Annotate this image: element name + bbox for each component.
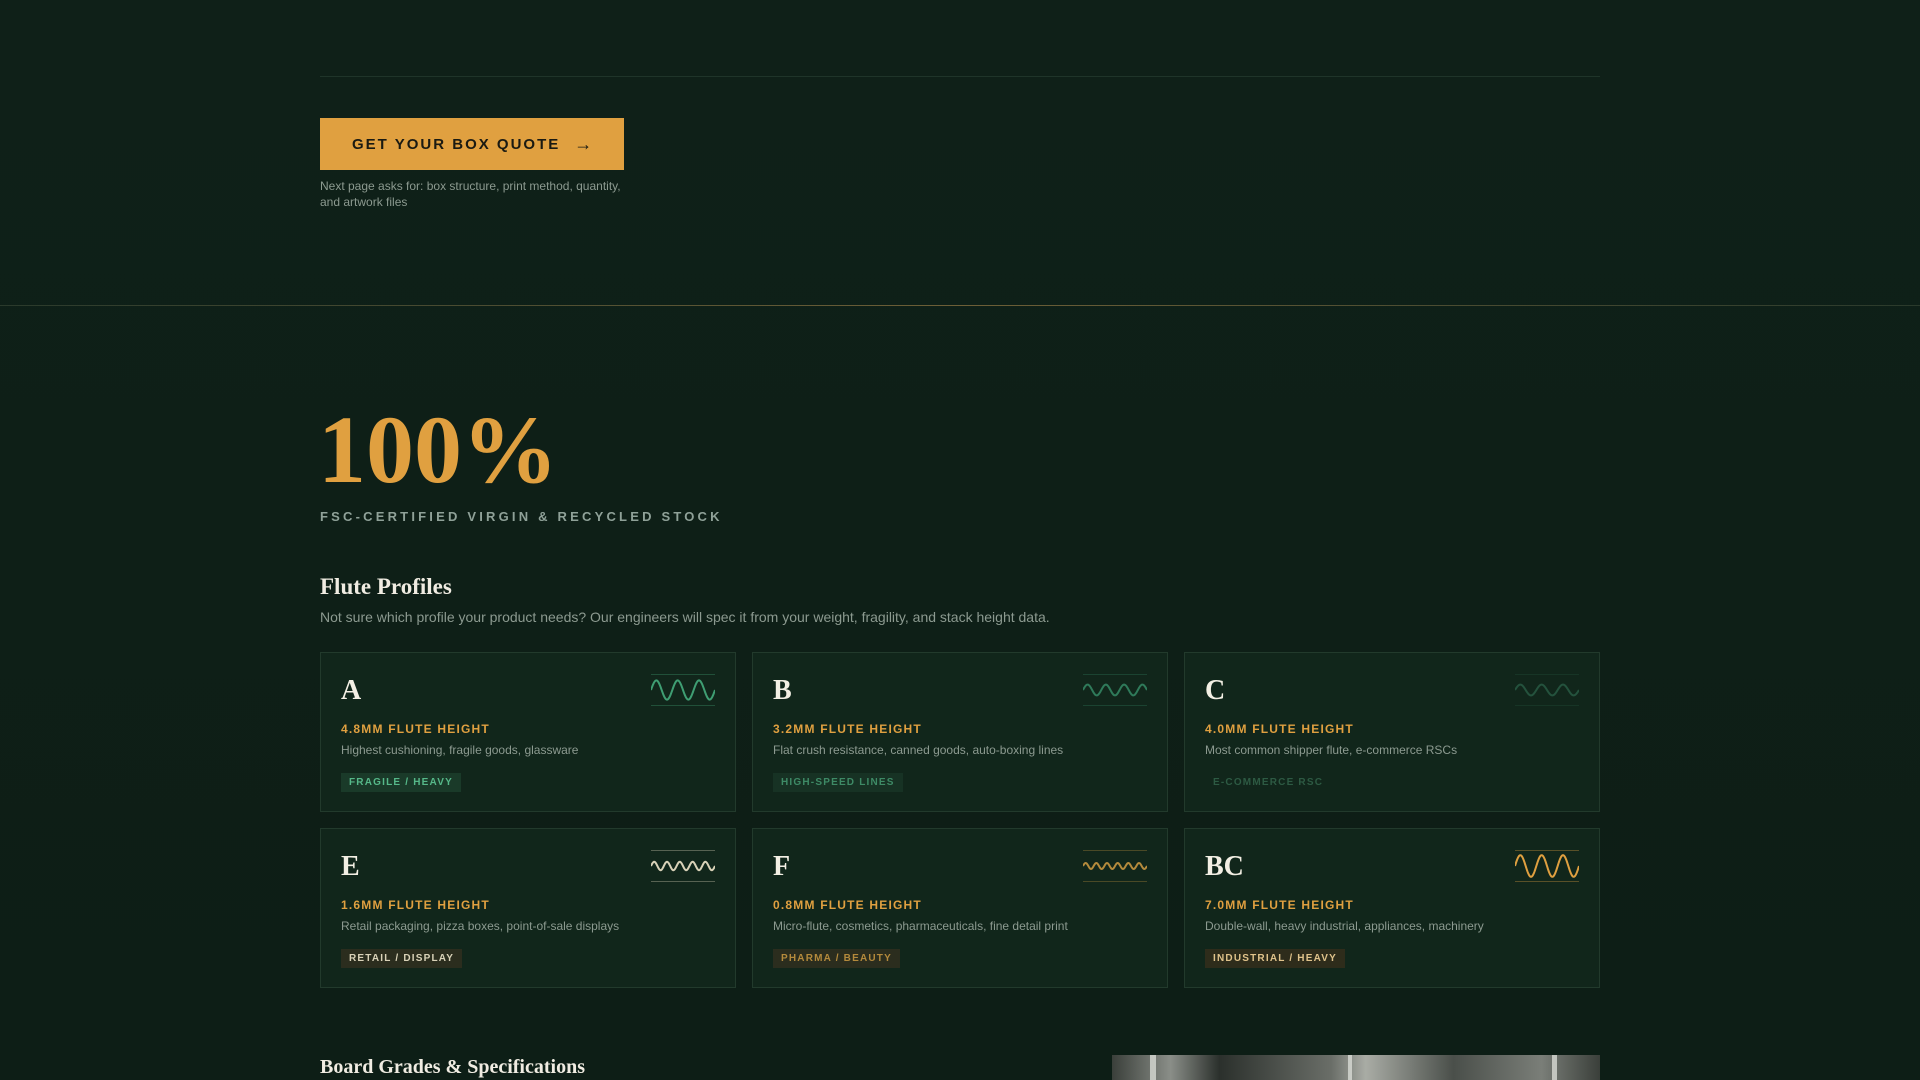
flute-letter: E xyxy=(341,851,360,882)
stat-label: FSC-CERTIFIED VIRGIN & RECYCLED STOCK xyxy=(320,509,723,524)
section-divider xyxy=(0,305,1920,306)
flute-spec: 4.8MM FLUTE HEIGHT xyxy=(341,722,490,736)
flute-card-bc[interactable]: BC 7.0MM FLUTE HEIGHT Double-wall, heavy… xyxy=(1184,828,1600,988)
flute-desc: Highest cushioning, fragile goods, glass… xyxy=(341,743,579,757)
flute-desc: Retail packaging, pizza boxes, point-of-… xyxy=(341,919,620,933)
stat-value: 100% xyxy=(318,396,558,503)
flute-wave-icon xyxy=(651,850,715,882)
flute-card-a[interactable]: A 4.8MM FLUTE HEIGHT Highest cushioning,… xyxy=(320,652,736,812)
flute-tag: HIGH-SPEED LINES xyxy=(773,773,903,792)
board-grades-title: Board Grades & Specifications xyxy=(320,1056,585,1078)
flute-tag: FRAGILE / HEAVY xyxy=(341,773,461,792)
flute-profiles-title: Flute Profiles xyxy=(320,574,452,599)
flute-desc: Flat crush resistance, canned goods, aut… xyxy=(773,743,1064,757)
flute-letter: A xyxy=(341,675,362,706)
flute-wave-icon xyxy=(1083,850,1147,882)
flute-spec: 3.2MM FLUTE HEIGHT xyxy=(773,722,922,736)
flute-letter: C xyxy=(1205,675,1226,706)
flute-letter: F xyxy=(773,851,791,882)
flute-card-e[interactable]: E 1.6MM FLUTE HEIGHT Retail packaging, p… xyxy=(320,828,736,988)
flute-tag: PHARMA / BEAUTY xyxy=(773,949,900,968)
flute-desc: Most common shipper flute, e-commerce RS… xyxy=(1205,743,1458,757)
flute-letter: B xyxy=(773,675,792,706)
get-box-quote-button[interactable]: GET YOUR BOX QUOTE → xyxy=(320,118,625,170)
warehouse-photo xyxy=(1112,1055,1600,1080)
flute-wave-icon xyxy=(651,674,715,706)
page: GET YOUR BOX QUOTE → Next page asks for:… xyxy=(0,0,1920,1080)
flute-grid: A 4.8MM FLUTE HEIGHT Highest cushioning,… xyxy=(320,652,1600,988)
flute-wave-icon xyxy=(1515,674,1579,706)
top-divider xyxy=(320,76,1600,77)
flute-spec: 1.6MM FLUTE HEIGHT xyxy=(341,898,490,912)
photo-detail xyxy=(1552,1055,1557,1080)
photo-detail xyxy=(1348,1055,1352,1080)
flute-spec: 0.8MM FLUTE HEIGHT xyxy=(773,898,922,912)
flute-spec: 7.0MM FLUTE HEIGHT xyxy=(1205,898,1354,912)
flute-letter: BC xyxy=(1205,851,1244,882)
arrow-right-icon: → xyxy=(574,133,593,154)
flute-spec: 4.0MM FLUTE HEIGHT xyxy=(1205,722,1354,736)
cta-note: Next page asks for: box structure, print… xyxy=(320,179,621,209)
flute-desc: Double-wall, heavy industrial, appliance… xyxy=(1205,919,1484,933)
flute-desc: Micro-flute, cosmetics, pharmaceuticals,… xyxy=(773,919,1068,933)
flute-card-b[interactable]: B 3.2MM FLUTE HEIGHT Flat crush resistan… xyxy=(752,652,1168,812)
cta-label: GET YOUR BOX QUOTE xyxy=(352,135,561,153)
flute-card-c[interactable]: C 4.0MM FLUTE HEIGHT Most common shipper… xyxy=(1184,652,1600,812)
flute-tag: RETAIL / DISPLAY xyxy=(341,949,463,968)
flute-tag: INDUSTRIAL / HEAVY xyxy=(1205,949,1346,968)
flute-card-f[interactable]: F 0.8MM FLUTE HEIGHT Micro-flute, cosmet… xyxy=(752,828,1168,988)
flute-wave-icon xyxy=(1083,674,1147,706)
flute-tag: E-COMMERCE RSC xyxy=(1213,777,1324,788)
photo-detail xyxy=(1150,1055,1156,1080)
flute-profiles-subtitle: Not sure which profile your product need… xyxy=(320,609,1050,625)
flute-wave-icon xyxy=(1515,850,1579,882)
